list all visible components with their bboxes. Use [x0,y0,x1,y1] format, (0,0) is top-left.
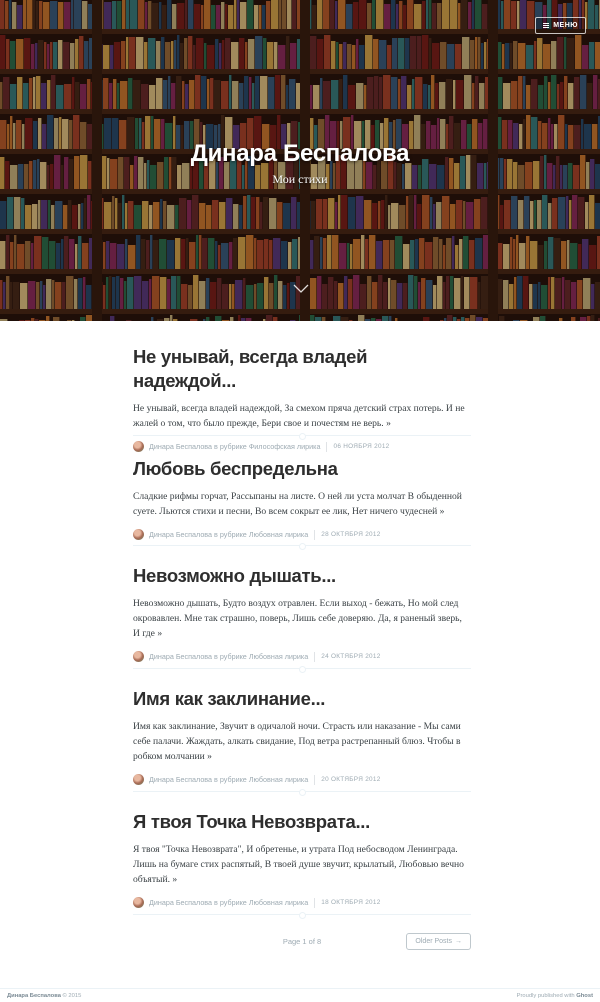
author-avatar[interactable] [133,897,144,908]
author-avatar[interactable] [133,529,144,540]
post-category-prefix: в рубрике [214,898,247,907]
post-divider [133,543,471,550]
post-excerpt[interactable]: Имя как заклинание, Звучит в одичалой но… [133,719,471,764]
footer-copyright-year: © 2015 [62,993,82,999]
footer-powered-by: Proudly published with Ghost [517,993,593,999]
post-date: 20 октября 2012 [321,776,381,783]
post-category-prefix: в рубрике [214,530,247,539]
post-title[interactable]: Имя как заклинание... [133,687,471,711]
post-author[interactable]: Динара Беспалова [149,898,212,907]
post-meta: Динара Беспалова в рубрике Любовная лири… [133,529,471,540]
post-divider [133,912,471,919]
older-posts-button[interactable]: Older Posts → [406,933,471,950]
post-category[interactable]: Любовная лирика [249,530,308,539]
menu-button[interactable]: МЕНЮ [535,17,586,34]
post-date: 28 октября 2012 [321,531,381,538]
post-list: Не унывай, всегда владей надеждой... Не … [133,321,471,919]
post-author[interactable]: Динара Беспалова [149,652,212,661]
arrow-right-icon: → [455,938,462,945]
post-meta: Динара Беспалова в рубрике Любовная лири… [133,897,471,908]
post-title[interactable]: Любовь беспредельна [133,457,471,481]
blog-header: МЕНЮ Динара Беспалова Мои стихи [0,0,600,321]
post-category[interactable]: Любовная лирика [249,652,308,661]
footer-site-link[interactable]: Динара Беспалова [7,993,61,999]
post-category[interactable]: Любовная лирика [249,898,308,907]
post-title[interactable]: Я твоя Точка Невозврата... [133,810,471,834]
post-category-prefix: в рубрике [214,442,247,451]
post-date: 18 октября 2012 [321,899,381,906]
pagination: Page 1 of 8 Older Posts → [133,933,471,950]
footer-published-label: Proudly published with [516,993,575,999]
author-avatar[interactable] [133,651,144,662]
post-category[interactable]: Философская лирика [249,442,321,451]
post-category-prefix: в рубрике [214,652,247,661]
blog-description: Мои стихи [272,172,328,186]
post-meta: Динара Беспалова в рубрике Любовная лири… [133,651,471,662]
author-avatar[interactable] [133,441,144,452]
post-author[interactable]: Динара Беспалова [149,775,212,784]
meta-separator [314,897,316,908]
post-excerpt[interactable]: Не унывай, всегда владей надеждой, За см… [133,401,471,431]
post-title[interactable]: Не унывай, всегда владей надеждой... [133,345,471,393]
meta-separator [326,441,328,452]
post-category-prefix: в рубрике [214,775,247,784]
older-posts-label: Older Posts [415,938,452,945]
post-divider [133,433,471,440]
post-card: Я твоя Точка Невозврата... Я твоя "Точка… [133,810,471,908]
post-excerpt[interactable]: Я твоя "Точка Невозврата", И обретенье, … [133,842,471,887]
post-card: Невозможно дышать... Невозможно дышать, … [133,564,471,662]
site-footer: Динара Беспалова © 2015 Proudly publishe… [0,988,600,1002]
post-divider [133,666,471,673]
hamburger-icon [543,23,550,28]
post-card: Имя как заклинание... Имя как заклинание… [133,687,471,785]
post-divider [133,789,471,796]
post-date: 24 октября 2012 [321,653,381,660]
menu-button-label: МЕНЮ [553,22,578,29]
post-meta: Динара Беспалова в рубрике Философская л… [133,441,471,452]
meta-separator [314,529,316,540]
footer-copyright: Динара Беспалова © 2015 [7,993,81,999]
meta-separator [314,651,316,662]
post-card: Любовь беспредельна Сладкие рифмы горчат… [133,457,471,540]
post-meta: Динара Беспалова в рубрике Любовная лири… [133,774,471,785]
meta-separator [314,774,316,785]
post-category[interactable]: Любовная лирика [249,775,308,784]
post-title[interactable]: Невозможно дышать... [133,564,471,588]
post-author[interactable]: Динара Беспалова [149,530,212,539]
blog-title[interactable]: Динара Беспалова [0,140,600,168]
post-excerpt[interactable]: Сладкие рифмы горчат, Рассыпаны на листе… [133,489,471,519]
ghost-link[interactable]: Ghost [576,993,593,999]
post-excerpt[interactable]: Невозможно дышать, Будто воздух отравлен… [133,596,471,641]
post-date: 06 ноября 2012 [333,443,390,450]
scroll-down-arrow-icon[interactable] [293,284,309,294]
post-author[interactable]: Динара Беспалова [149,442,212,451]
author-avatar[interactable] [133,774,144,785]
